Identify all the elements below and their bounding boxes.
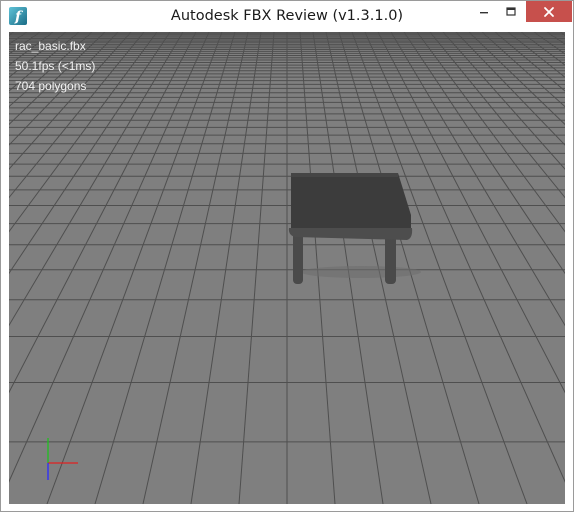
table-top <box>291 173 411 230</box>
minimize-icon <box>480 11 488 13</box>
table-shadow <box>301 266 421 278</box>
title-bar[interactable]: f Autodesk FBX Review (v1.3.1.0) <box>1 1 573 31</box>
maximize-button[interactable] <box>498 1 524 22</box>
fps-readout: 50.1fps (<1ms) <box>15 59 96 73</box>
3d-viewport[interactable]: rac_basic.fbx 50.1fps (<1ms) 704 polygon… <box>9 32 565 504</box>
table-leg-front-left <box>293 232 303 284</box>
polygon-count-label: 704 polygons <box>15 79 87 93</box>
file-name-label: rac_basic.fbx <box>15 39 86 53</box>
close-button[interactable] <box>526 1 572 22</box>
viewport-hud: rac_basic.fbx 50.1fps (<1ms) 704 polygon… <box>15 36 95 96</box>
fbx-review-logo-icon[interactable]: f <box>9 7 27 25</box>
scene-canvas[interactable] <box>9 32 565 504</box>
axis-orientation-gizmo <box>47 438 78 480</box>
table-leg-front-right <box>385 232 396 284</box>
table-top-back-edge <box>291 173 398 177</box>
close-icon <box>544 6 554 17</box>
app-window: f Autodesk FBX Review (v1.3.1.0) rac_bas… <box>0 0 574 512</box>
minimize-button[interactable] <box>471 1 497 22</box>
maximize-icon <box>506 6 516 16</box>
